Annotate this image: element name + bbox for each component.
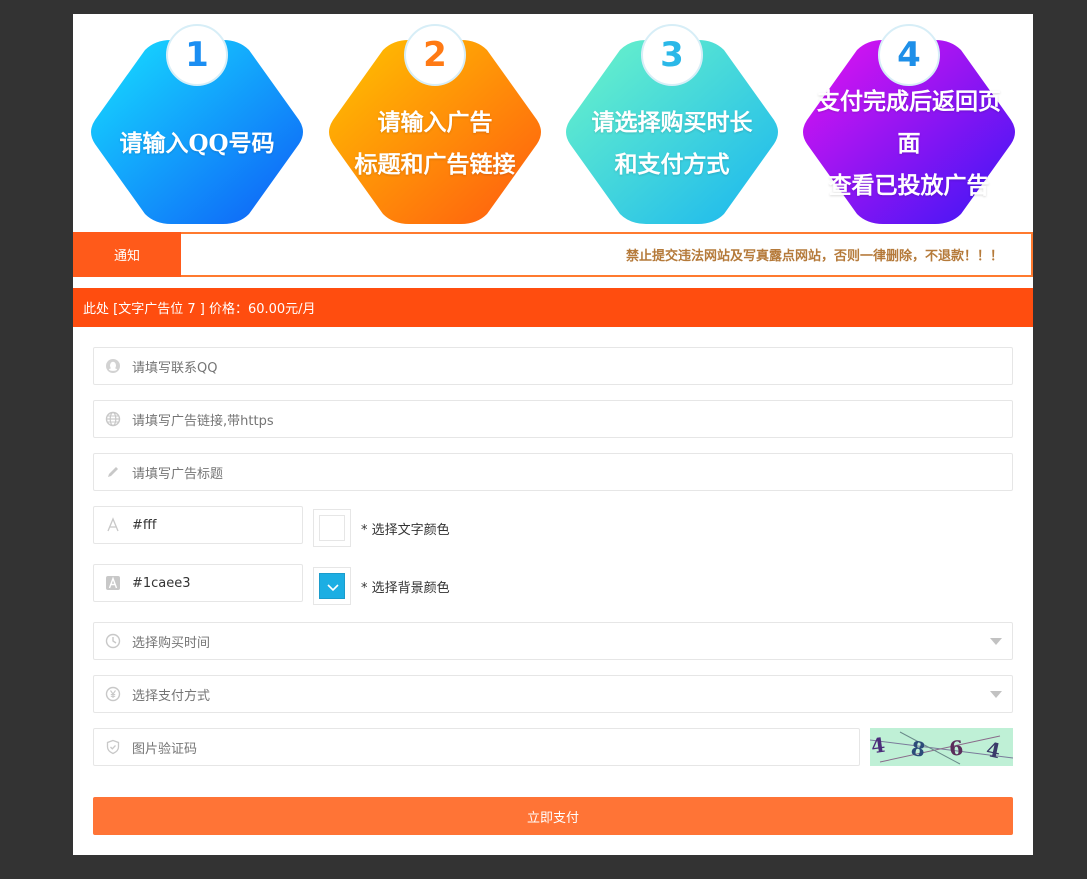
duration-select[interactable]: 选择购买时间 [93, 622, 1013, 660]
step-3-text: 请选择购买时长 和支付方式 [572, 84, 772, 204]
ad-purchase-panel: 1 请输入QQ号码 2 请输入广告 标题和广告链接 3 请选择购买时长 和支付方… [73, 14, 1033, 855]
pencil-icon [108, 467, 118, 477]
captcha-input[interactable]: 图片验证码 [93, 728, 860, 766]
bg-color-swatch [319, 573, 345, 599]
ad-link-placeholder: 请填写广告链接,带https [132, 413, 274, 429]
step-3-number: 3 [641, 24, 703, 86]
steps-banner: 1 请输入QQ号码 2 请输入广告 标题和广告链接 3 请选择购买时长 和支付方… [73, 14, 1033, 232]
caret-down-icon [990, 638, 1002, 645]
notice-tag: 通知 [73, 232, 181, 277]
text-color-value: #fff [132, 517, 157, 533]
font-icon [107, 517, 119, 532]
bg-color-value: #1caee3 [132, 575, 191, 591]
step-4: 4 支付完成后返回页面 查看已投放广告 [797, 24, 1021, 232]
ad-link-input[interactable]: 请填写广告链接,带https [93, 400, 1013, 438]
step-2-line-2: 标题和广告链接 [354, 151, 516, 178]
step-4-text: 支付完成后返回页面 查看已投放广告 [809, 84, 1009, 204]
step-2-number: 2 [404, 24, 466, 86]
step-2-line-1: 请输入广告 [377, 109, 493, 136]
payment-placeholder: 选择支付方式 [132, 688, 211, 704]
font-filled-icon [106, 576, 120, 590]
shield-icon [106, 739, 120, 755]
clock-icon [105, 633, 121, 649]
captcha-char-4: 4 [984, 737, 1003, 763]
notice-bar: 通知 禁止提交违法网站及写真露点网站，否则一律删除，不退款！！！ [73, 232, 1033, 277]
captcha-char-3: 6 [948, 735, 964, 760]
caret-down-icon [990, 691, 1002, 698]
captcha-char-1: 4 [870, 733, 887, 759]
captcha-image[interactable]: 4 8 6 4 [870, 728, 1013, 766]
step-4-number: 4 [878, 24, 940, 86]
step-4-line-1: 支付完成后返回页面 [817, 88, 1001, 157]
qq-input[interactable]: 请填写联系QQ [93, 347, 1013, 385]
payment-select[interactable]: 选择支付方式 [93, 675, 1013, 713]
step-1-text: 请输入QQ号码 [97, 84, 297, 204]
captcha-placeholder: 图片验证码 [132, 741, 198, 757]
text-color-picker[interactable] [313, 509, 351, 547]
step-3-line-1: 请选择购买时长 [591, 109, 753, 136]
step-2: 2 请输入广告 标题和广告链接 [323, 24, 547, 232]
text-color-input[interactable]: #fff [93, 506, 303, 544]
ad-title-placeholder: 请填写广告标题 [132, 466, 224, 482]
step-1-line-1: 请输入QQ号码 [119, 130, 275, 157]
ad-title-input[interactable]: 请填写广告标题 [93, 453, 1013, 491]
step-1-number: 1 [166, 24, 228, 86]
qq-placeholder: 请填写联系QQ [132, 360, 218, 376]
bg-color-picker[interactable] [313, 567, 351, 605]
pay-now-button[interactable]: 立即支付 [93, 797, 1013, 835]
step-4-line-2: 查看已投放广告 [828, 172, 990, 199]
yen-icon [105, 686, 121, 702]
step-2-text: 请输入广告 标题和广告链接 [335, 84, 535, 204]
price-bar: 此处 [文字广告位 7 ] 价格：60.00元/月 [73, 288, 1033, 327]
notice-text: 禁止提交违法网站及写真露点网站，否则一律删除，不退款！！！ [625, 249, 1003, 264]
globe-icon [105, 411, 121, 427]
bg-color-input[interactable]: #1caee3 [93, 564, 303, 602]
qq-icon [106, 359, 120, 373]
text-color-swatch [319, 515, 345, 541]
bg-color-label: * 选择背景颜色 [361, 580, 450, 596]
step-3: 3 请选择购买时长 和支付方式 [560, 24, 784, 232]
text-color-label: * 选择文字颜色 [361, 522, 450, 538]
step-1: 1 请输入QQ号码 [85, 24, 309, 232]
captcha-graphic: 4 8 6 4 [870, 731, 1013, 765]
captcha-char-2: 8 [909, 736, 927, 762]
duration-placeholder: 选择购买时间 [132, 635, 211, 651]
chevron-down-icon [327, 584, 339, 592]
step-3-line-2: 和支付方式 [614, 151, 730, 178]
